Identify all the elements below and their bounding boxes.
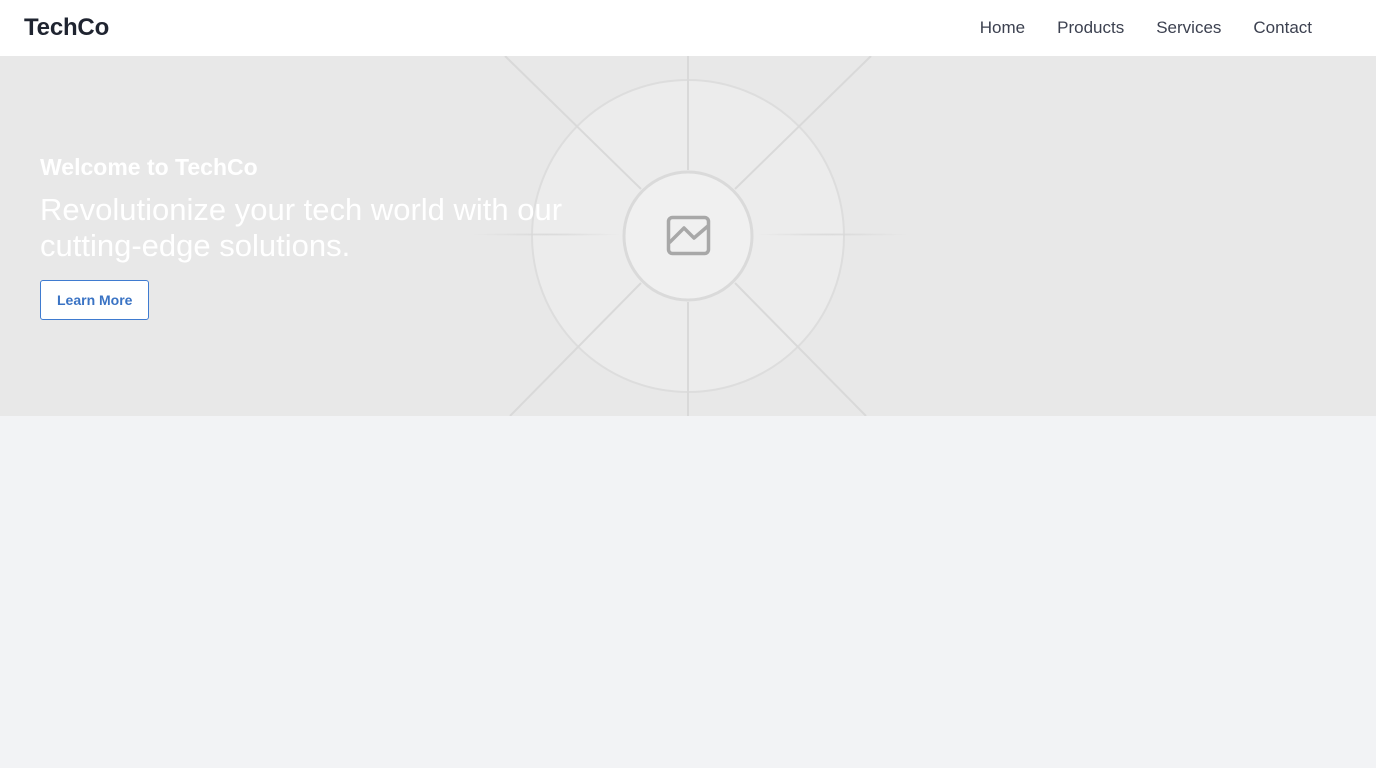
placeholder-horizontal-line-right <box>755 233 910 236</box>
hero-content: Welcome to TechCo Revolutionize your tec… <box>40 152 640 320</box>
placeholder-inner-circle <box>622 170 754 302</box>
hero-subtitle: Revolutionize your tech world with our c… <box>40 192 563 263</box>
nav-contact-link[interactable]: Contact <box>1253 18 1312 38</box>
hero-title: Welcome to TechCo <box>40 154 258 180</box>
hero-section: Welcome to TechCo Revolutionize your tec… <box>0 56 1376 416</box>
nav-home-link[interactable]: Home <box>980 18 1025 38</box>
nav-products-link[interactable]: Products <box>1057 18 1124 38</box>
main-content-area <box>0 416 1376 768</box>
site-logo[interactable]: TechCo <box>24 13 109 43</box>
main-navigation: Home Products Services Contact <box>980 0 1312 56</box>
learn-more-button[interactable]: Learn More <box>40 280 150 320</box>
top-navigation-bar: TechCo Home Products Services Contact <box>0 0 1376 56</box>
nav-services-link[interactable]: Services <box>1156 18 1221 38</box>
